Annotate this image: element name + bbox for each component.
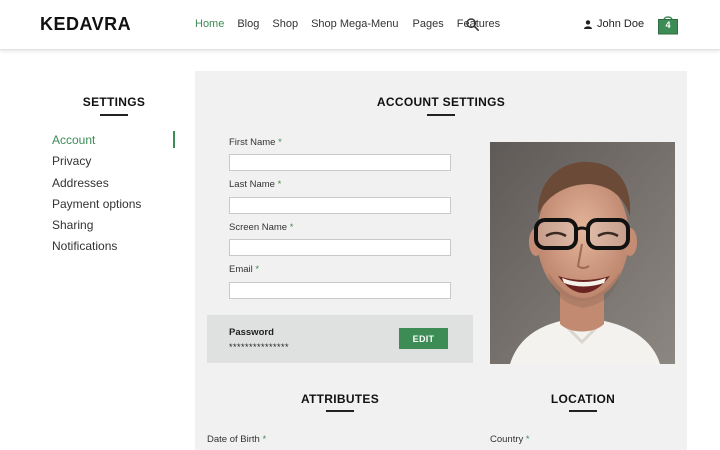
required-marker: *	[525, 434, 530, 445]
cart-count-badge: 4	[665, 20, 671, 30]
required-marker: *	[277, 179, 282, 190]
nav-pages[interactable]: Pages	[413, 18, 444, 30]
edit-password-button[interactable]: EDIT	[399, 328, 448, 349]
screen-name-label: Screen Name *	[229, 222, 293, 233]
first-name-input[interactable]	[229, 154, 451, 171]
first-name-label: First Name *	[229, 137, 282, 148]
settings-menu: Account Privacy Addresses Payment option…	[52, 132, 176, 260]
screen-name-label-text: Screen Name	[229, 222, 288, 233]
attributes-title-underline	[326, 410, 354, 412]
sidebar-item-notifications[interactable]: Notifications	[52, 238, 176, 259]
main-nav: Home Blog Shop Shop Mega-Menu Pages Feat…	[195, 18, 511, 30]
profile-photo-image	[490, 142, 675, 364]
user-icon	[584, 19, 592, 29]
sidebar-title-underline	[100, 114, 128, 116]
first-name-label-text: First Name	[229, 137, 276, 148]
required-marker: *	[262, 434, 267, 445]
account-settings-title: ACCOUNT SETTINGS	[376, 95, 506, 109]
location-title: LOCATION	[550, 392, 616, 406]
date-of-birth-label-text: Date of Birth	[207, 434, 260, 445]
cart-button[interactable]: 4	[657, 15, 679, 35]
location-title-underline	[569, 410, 597, 412]
nav-shop-mega-menu[interactable]: Shop Mega-Menu	[311, 18, 398, 30]
last-name-input[interactable]	[229, 197, 451, 214]
password-label: Password	[229, 327, 274, 338]
user-name: John Doe	[597, 18, 645, 30]
required-marker: *	[289, 222, 294, 233]
country-label-text: Country	[490, 434, 524, 445]
sidebar-item-sharing[interactable]: Sharing	[52, 217, 176, 238]
nav-shop[interactable]: Shop	[272, 18, 298, 30]
email-input[interactable]	[229, 282, 451, 299]
active-item-marker	[173, 131, 175, 148]
required-marker: *	[278, 137, 282, 148]
sidebar-item-addresses[interactable]: Addresses	[52, 175, 176, 196]
attributes-title: ATTRIBUTES	[300, 392, 380, 406]
top-navigation-bar: KEDAVRA Home Blog Shop Shop Mega-Menu Pa…	[0, 0, 720, 50]
site-logo[interactable]: KEDAVRA	[40, 14, 131, 35]
profile-photo[interactable]	[490, 142, 675, 364]
sidebar-item-privacy[interactable]: Privacy	[52, 153, 176, 174]
last-name-label: Last Name *	[229, 179, 281, 190]
last-name-label-text: Last Name	[229, 179, 275, 190]
password-masked-value: ***************	[229, 342, 290, 352]
nav-blog[interactable]: Blog	[237, 18, 259, 30]
email-label-text: Email	[229, 264, 253, 275]
sidebar-title: SETTINGS	[82, 95, 146, 109]
user-menu[interactable]: John Doe	[584, 18, 644, 30]
sidebar-item-account[interactable]: Account	[52, 132, 176, 153]
date-of-birth-label: Date of Birth *	[207, 434, 266, 445]
nav-home[interactable]: Home	[195, 18, 224, 30]
account-title-underline	[427, 114, 455, 116]
country-label: Country *	[490, 434, 530, 445]
sidebar-item-payment-options[interactable]: Payment options	[52, 196, 176, 217]
email-label: Email *	[229, 264, 259, 275]
search-icon[interactable]	[466, 18, 479, 31]
required-marker: *	[255, 264, 260, 275]
screen-name-input[interactable]	[229, 239, 451, 256]
